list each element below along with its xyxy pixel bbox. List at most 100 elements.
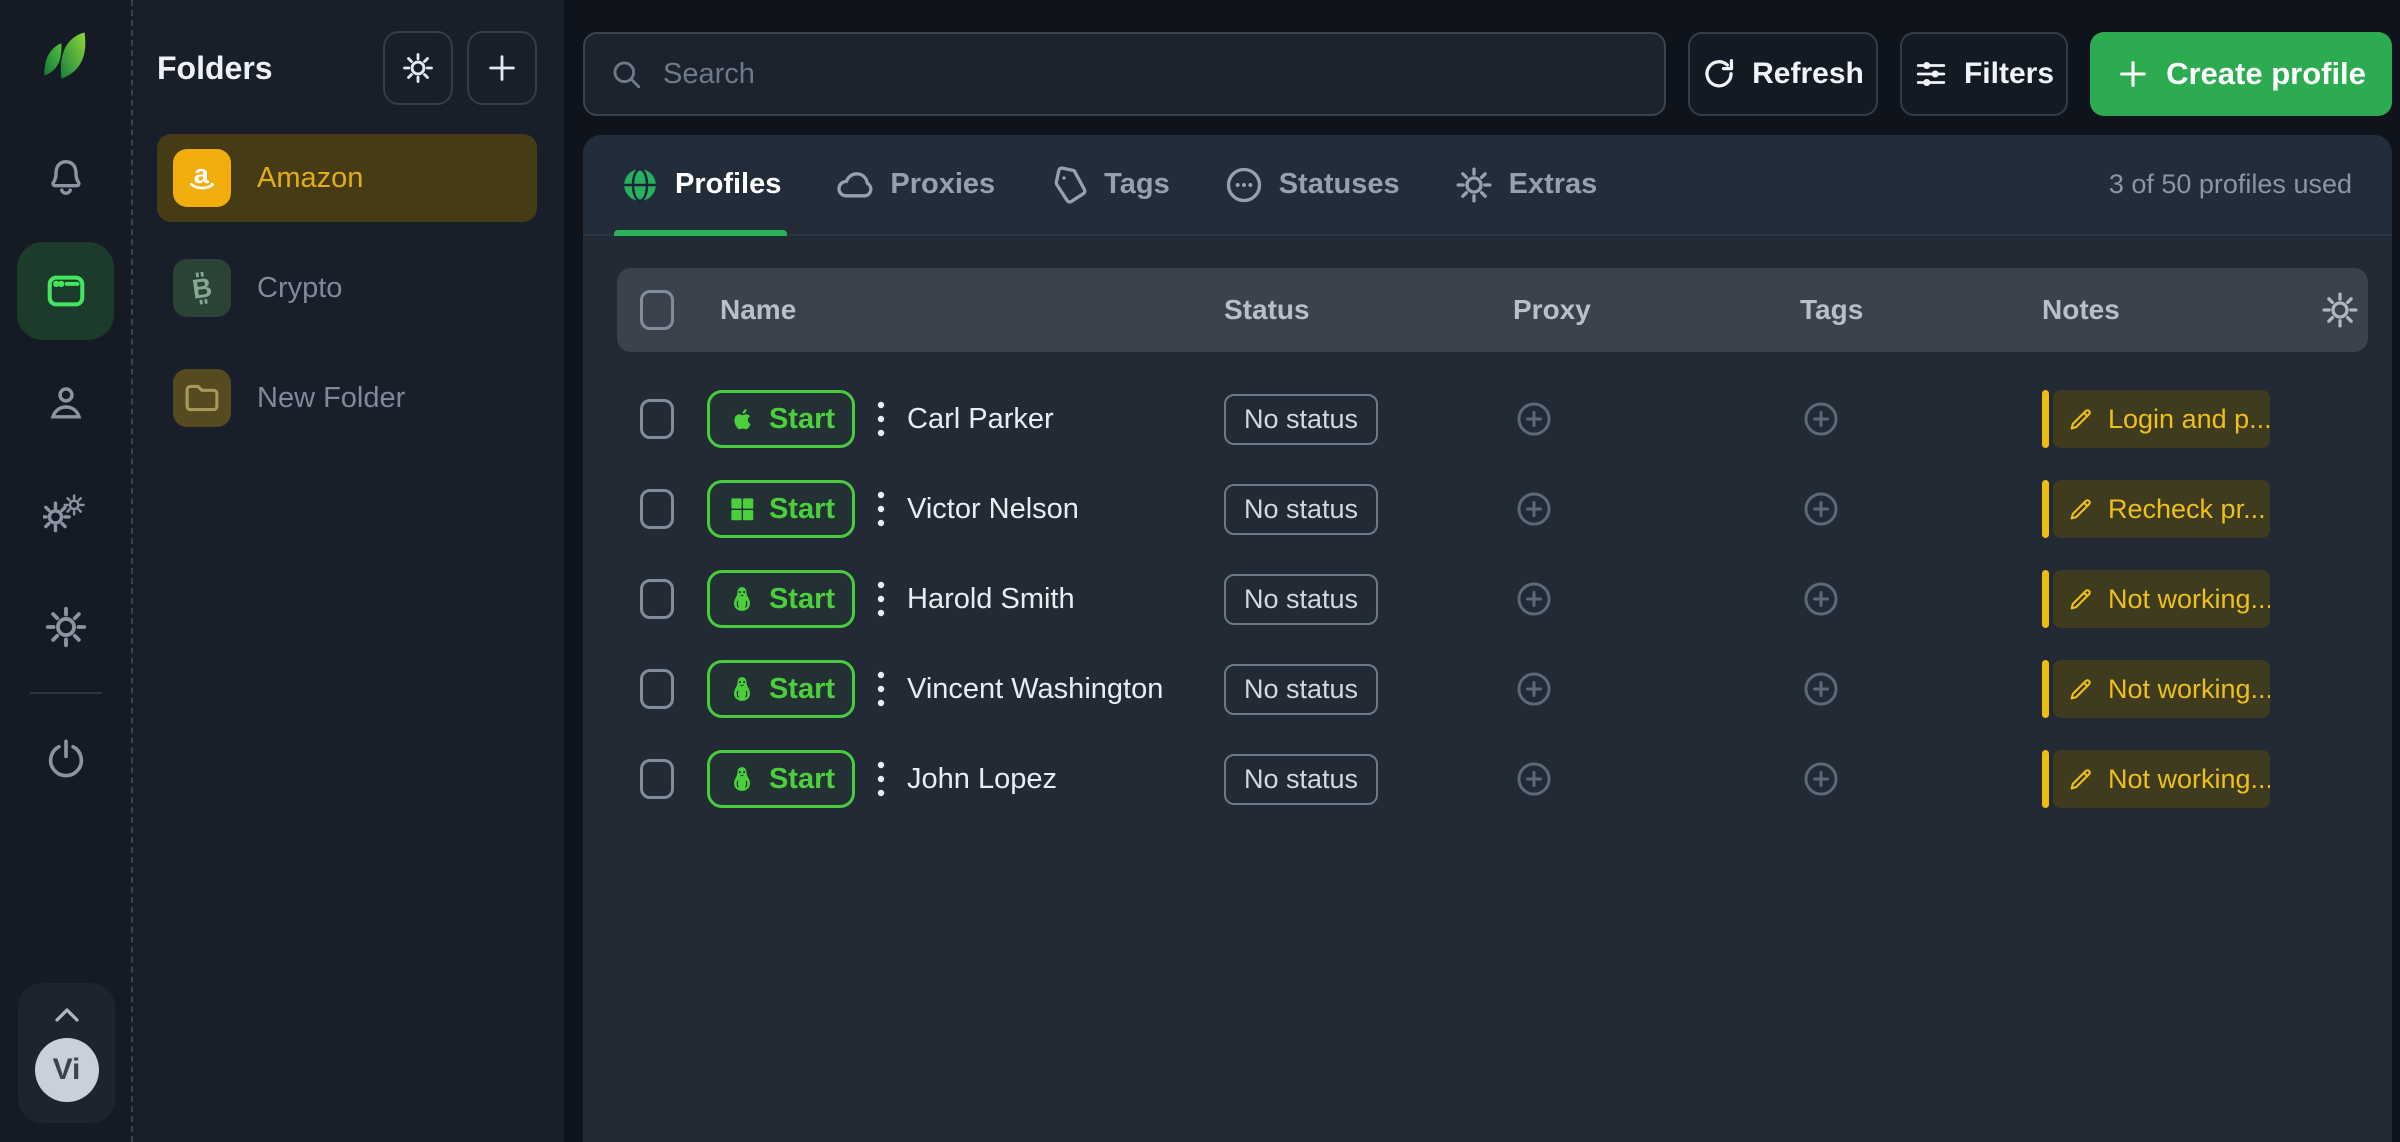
account-nav-item[interactable]: [17, 354, 114, 452]
row-menu-icon[interactable]: [876, 487, 886, 531]
app-logo: [29, 20, 103, 96]
folder-label: Crypto: [257, 272, 342, 305]
logout-nav-item[interactable]: [17, 710, 114, 808]
person-icon: [43, 380, 89, 426]
column-header-proxy: Proxy: [1513, 294, 1800, 326]
folder-item[interactable]: B Crypto: [157, 244, 537, 332]
pencil-icon: [2066, 764, 2096, 794]
select-checkbox[interactable]: [640, 399, 674, 439]
note-accent-bar: [2042, 480, 2049, 538]
add-tag-icon[interactable]: [1800, 668, 2042, 710]
folders-header: Folders: [157, 30, 537, 106]
column-header-tags: Tags: [1800, 294, 2042, 326]
tab[interactable]: Proxies: [835, 135, 995, 234]
folder-item[interactable]: New Folder: [157, 354, 537, 442]
automation-nav-item[interactable]: [17, 466, 114, 564]
folder-label: Amazon: [257, 162, 363, 195]
tab[interactable]: Extras: [1454, 135, 1598, 234]
profiles-panel: Profiles Proxies: [583, 135, 2392, 1142]
filters-icon: [1914, 57, 1948, 91]
profile-name[interactable]: John Lopez: [907, 763, 1057, 796]
status-dots-icon: [1224, 165, 1264, 205]
profiles-table: Name Status Proxy Tags Notes: [583, 236, 2392, 824]
table-settings-icon[interactable]: [2320, 290, 2368, 330]
profile-name[interactable]: Carl Parker: [907, 403, 1054, 436]
browser-profiles-nav-item[interactable]: [17, 242, 114, 340]
start-profile-button[interactable]: Start: [707, 480, 855, 538]
profile-name[interactable]: Victor Nelson: [907, 493, 1079, 526]
note-badge[interactable]: Login and p...: [2042, 390, 2270, 448]
folder-icon: [173, 369, 231, 427]
tab-label: Statuses: [1279, 168, 1400, 201]
folder-item[interactable]: a Amazon: [157, 134, 537, 222]
status-badge[interactable]: No status: [1224, 664, 1378, 715]
add-proxy-icon[interactable]: [1513, 668, 1800, 710]
select-all-checkbox[interactable]: [640, 290, 674, 330]
search-box: [583, 32, 1666, 116]
amazon-icon: a: [173, 149, 231, 207]
tab[interactable]: Tags: [1049, 135, 1170, 234]
start-profile-button[interactable]: Start: [707, 660, 855, 718]
note-text: Not working...: [2108, 674, 2270, 705]
table-row: Start Victor Nelson No statu: [617, 464, 2368, 554]
tab[interactable]: Profiles: [620, 135, 781, 234]
add-tag-icon[interactable]: [1800, 578, 2042, 620]
column-header-name: Name: [700, 294, 1224, 326]
search-input[interactable]: [663, 58, 1640, 91]
add-folder-button[interactable]: [467, 31, 537, 105]
note-badge[interactable]: Not working...: [2042, 570, 2270, 628]
folder-list: a Amazon B: [157, 134, 537, 442]
add-tag-icon[interactable]: [1800, 398, 2042, 440]
row-menu-icon[interactable]: [876, 667, 886, 711]
add-tag-icon[interactable]: [1800, 488, 2042, 530]
refresh-label: Refresh: [1752, 57, 1864, 91]
start-profile-button[interactable]: Start: [707, 390, 855, 448]
note-badge[interactable]: Not working...: [2042, 660, 2270, 718]
bell-icon: [43, 156, 89, 202]
tab-label: Profiles: [675, 168, 781, 201]
add-proxy-icon[interactable]: [1513, 578, 1800, 620]
select-checkbox[interactable]: [640, 489, 674, 529]
avatar[interactable]: Vi: [35, 1038, 99, 1102]
tab[interactable]: Statuses: [1224, 135, 1400, 234]
note-accent-bar: [2042, 750, 2049, 808]
row-menu-icon[interactable]: [876, 577, 886, 621]
filters-button[interactable]: Filters: [1900, 32, 2068, 116]
folders-settings-button[interactable]: [383, 31, 453, 105]
select-checkbox[interactable]: [640, 579, 674, 619]
note-text: Recheck pr...: [2108, 494, 2266, 525]
add-proxy-icon[interactable]: [1513, 488, 1800, 530]
profile-name[interactable]: Harold Smith: [907, 583, 1075, 616]
start-profile-button[interactable]: Start: [707, 750, 855, 808]
table-row: Start John Lopez No status: [617, 734, 2368, 824]
status-badge[interactable]: No status: [1224, 484, 1378, 535]
add-proxy-icon[interactable]: [1513, 758, 1800, 800]
create-profile-button[interactable]: Create profile: [2090, 32, 2392, 116]
user-menu[interactable]: Vi: [18, 983, 115, 1123]
add-proxy-icon[interactable]: [1513, 398, 1800, 440]
profile-name[interactable]: Vincent Washington: [907, 673, 1163, 706]
settings-nav-item[interactable]: [17, 578, 114, 676]
plus-icon: [485, 51, 519, 85]
status-badge[interactable]: No status: [1224, 754, 1378, 805]
double-gear-icon: [43, 492, 89, 538]
start-profile-button[interactable]: Start: [707, 570, 855, 628]
select-checkbox[interactable]: [640, 759, 674, 799]
gear-icon: [401, 51, 435, 85]
row-menu-icon[interactable]: [876, 397, 886, 441]
add-tag-icon[interactable]: [1800, 758, 2042, 800]
note-badge[interactable]: Recheck pr...: [2042, 480, 2270, 538]
select-checkbox[interactable]: [640, 669, 674, 709]
note-badge[interactable]: Not working...: [2042, 750, 2270, 808]
main-content: Refresh Filters Create p: [564, 0, 2400, 1142]
topbar: Refresh Filters Create p: [583, 32, 2392, 116]
status-badge[interactable]: No status: [1224, 574, 1378, 625]
row-menu-icon[interactable]: [876, 757, 886, 801]
bitcoin-icon: B: [173, 259, 231, 317]
refresh-button[interactable]: Refresh: [1688, 32, 1878, 116]
note-accent-bar: [2042, 570, 2049, 628]
note-text: Login and p...: [2108, 404, 2270, 435]
power-icon: [43, 736, 89, 782]
notifications-nav-item[interactable]: [17, 130, 114, 228]
status-badge[interactable]: No status: [1224, 394, 1378, 445]
